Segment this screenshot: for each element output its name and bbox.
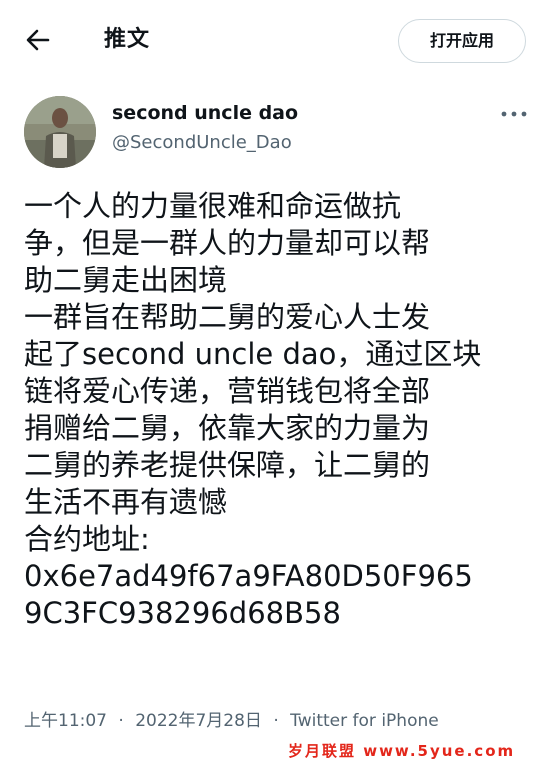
tweet-line: 链将爱心传递，营销钱包将全部 [24,374,431,408]
tweet-source: Twitter for iPhone [290,711,439,731]
author-block: second uncle dao @SecondUncle_Dao [24,96,534,170]
page-title: 推文 [104,27,151,52]
tweet-time[interactable]: 上午11:07 [24,711,107,731]
avatar[interactable] [24,96,96,168]
author-handle[interactable]: @SecondUncle_Dao [112,132,292,153]
tweet-line: 一个人的力量很难和命运做抗 [24,189,402,223]
back-button[interactable] [22,24,54,56]
tweet-line: 合约地址: [24,522,150,556]
watermark: 岁月联盟 www.5yue.com [288,742,516,760]
contract-address-line: 0x6e7ad49f67a9FA80D50F965 [24,559,473,593]
tweet-line: 起了second uncle dao，通过区块 [24,337,482,371]
arrow-left-icon [26,29,50,51]
tweet-text: 一个人的力量很难和命运做抗 争，但是一群人的力量却可以帮 助二舅走出困境 一群旨… [24,188,534,632]
tweet-line: 捐赠给二舅，依靠大家的力量为 [24,411,431,445]
top-bar: 推文 打开应用 [0,0,550,84]
more-button[interactable] [496,102,532,126]
tweet-date[interactable]: 2022年7月28日 [135,711,262,731]
tweet-line: 生活不再有遗憾 [24,485,228,519]
meta-separator: · [118,711,124,731]
contract-address-line: 9C3FC938296d68B58 [24,596,341,630]
avatar-photo [24,96,96,168]
tweet-line: 争，但是一群人的力量却可以帮 [24,226,431,260]
meta-separator: · [273,711,279,731]
tweet-meta: 上午11:07 · 2022年7月28日 · Twitter for iPhon… [24,706,439,731]
more-horizontal-icon [501,111,527,117]
tweet-line: 一群旨在帮助二舅的爱心人士发 [24,300,431,334]
open-app-button[interactable]: 打开应用 [398,19,526,63]
tweet-line: 二舅的养老提供保障，让二舅的 [24,448,431,482]
author-name[interactable]: second uncle dao [112,102,298,124]
tweet-line: 助二舅走出困境 [24,263,228,297]
